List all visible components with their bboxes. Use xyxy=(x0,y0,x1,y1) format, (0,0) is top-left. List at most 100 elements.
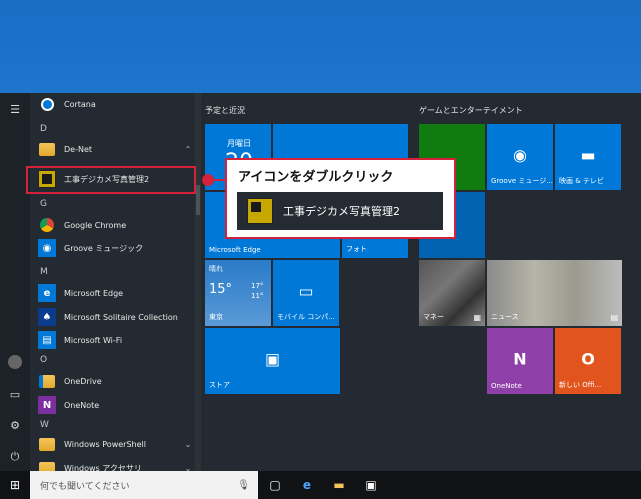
onenote-tile-icon: N xyxy=(513,349,527,369)
letter-header-g[interactable]: G xyxy=(40,199,47,209)
weather-condition: 晴れ xyxy=(209,265,223,273)
app-folder-powershell[interactable]: Windows PowerShell ⌄ xyxy=(38,433,193,455)
search-box[interactable]: 何でも聞いてください 🎙︎ xyxy=(30,471,258,499)
tile-office[interactable]: O 新しい Offi... xyxy=(555,328,621,394)
task-view-icon[interactable]: ▢ xyxy=(266,476,284,494)
tile-label: 東京 xyxy=(209,313,223,321)
app-onedrive[interactable]: OneDrive xyxy=(38,370,193,392)
file-explorer-taskbar-icon[interactable]: ▬ xyxy=(330,476,348,494)
tiles-area: 予定と近況 ゲームとエンターテイメント 月曜日 20 Microsoft Edg… xyxy=(203,93,641,471)
tile-label: Microsoft Edge xyxy=(209,246,261,254)
app-label: OneDrive xyxy=(64,376,102,386)
app-label: Microsoft Wi-Fi xyxy=(64,335,123,345)
folder-icon xyxy=(38,459,56,471)
app-edge[interactable]: e Microsoft Edge xyxy=(38,282,193,304)
chevron-up-icon: ⌃ xyxy=(184,144,192,154)
store-bag-icon: ▣ xyxy=(264,349,281,369)
app-folder-accessories[interactable]: Windows アクセサリ ⌄ xyxy=(38,457,193,471)
calendar-day: 月曜日 xyxy=(227,139,251,148)
tile-weather[interactable]: 晴れ 15° 17° 11° 東京 xyxy=(205,260,271,326)
app-label: Google Chrome xyxy=(64,220,127,230)
weather-temp: 15° xyxy=(209,282,233,297)
app-wifi[interactable]: ▤ Microsoft Wi-Fi xyxy=(38,329,193,351)
folder-icon xyxy=(38,435,56,453)
search-placeholder: 何でも聞いてください xyxy=(40,481,130,492)
letter-header-d[interactable]: D xyxy=(40,124,47,134)
callout-title: アイコンをダブルクリック xyxy=(238,170,394,185)
chevron-down-icon: ⌄ xyxy=(184,463,192,472)
tile-label: ストア xyxy=(209,381,230,389)
wifi-app-icon: ▤ xyxy=(38,331,56,349)
cortana-icon xyxy=(38,95,56,113)
tile-label: モバイル コンパ... xyxy=(277,313,335,321)
chevron-down-icon: ⌄ xyxy=(184,439,192,449)
tile-label: Groove ミュージ... xyxy=(491,177,553,185)
app-chrome[interactable]: Google Chrome xyxy=(38,214,193,236)
taskbar: ⊞ 何でも聞いてください 🎙︎ ▢ e ▬ ▣ xyxy=(0,471,641,499)
letter-header-m[interactable]: M xyxy=(40,267,48,277)
callout-app-preview: 工事デジカメ写真管理2 xyxy=(237,192,443,230)
weather-high: 17° xyxy=(251,282,264,290)
weather-low: 11° xyxy=(251,292,264,300)
start-button[interactable]: ⊞ xyxy=(6,476,24,494)
chrome-icon xyxy=(38,216,56,234)
app-folder-denet[interactable]: De-Net ⌃ xyxy=(38,138,193,160)
desktop-background xyxy=(0,0,641,93)
app-label: Microsoft Edge xyxy=(64,288,124,298)
solitaire-icon: ♠ xyxy=(38,308,56,326)
groove-disc-icon: ◉ xyxy=(513,145,527,165)
app-groove[interactable]: ◉ Groove ミュージック xyxy=(38,237,193,259)
app-label: Microsoft Solitaire Collection xyxy=(64,312,178,322)
app-label: OneNote xyxy=(64,400,100,410)
instruction-callout: アイコンをダブルクリック 工事デジカメ写真管理2 xyxy=(225,158,456,239)
news-icon: ▤ xyxy=(610,313,618,322)
app-cortana[interactable]: Cortana xyxy=(38,93,193,115)
tile-label: ニュース xyxy=(491,313,519,321)
tile-movies[interactable]: ▬ 映画 & テレビ xyxy=(555,124,621,190)
start-rail: ☰ ▭ ⚙ ⏻ xyxy=(0,93,30,471)
user-avatar-icon[interactable] xyxy=(7,354,23,370)
app-solitaire[interactable]: ♠ Microsoft Solitaire Collection xyxy=(38,306,193,328)
tile-label: 映画 & テレビ xyxy=(559,177,604,185)
microphone-icon[interactable]: 🎙︎ xyxy=(237,480,250,491)
app-label: Groove ミュージック xyxy=(64,243,144,253)
money-icon: ▦ xyxy=(473,313,481,322)
tile-groove[interactable]: ◉ Groove ミュージ... xyxy=(487,124,553,190)
tile-money[interactable]: マネー ▦ xyxy=(419,260,485,326)
tile-mobile-companion[interactable]: ▭ モバイル コンパ... xyxy=(273,260,339,326)
hamburger-menu-icon[interactable]: ☰ xyxy=(7,101,23,117)
tile-label: OneNote xyxy=(491,382,522,390)
tile-store[interactable]: ▣ ストア xyxy=(205,328,340,394)
onedrive-folder-icon xyxy=(38,372,56,390)
file-explorer-icon[interactable]: ▭ xyxy=(7,386,23,402)
app-list: Cortana D De-Net ⌃ 工事デジカメ写真管理2 G Google … xyxy=(30,93,195,471)
groove-icon: ◉ xyxy=(38,239,56,257)
tile-news[interactable]: ニュース ▤ xyxy=(487,260,622,326)
app-list-scrollbar[interactable] xyxy=(195,93,201,471)
app-label: De-Net xyxy=(64,144,93,154)
tile-label: 新しい Offi... xyxy=(559,381,602,389)
tile-group-title-1[interactable]: 予定と近況 xyxy=(205,105,245,116)
app-label: Windows アクセサリ xyxy=(64,463,142,472)
callout-app-label: 工事デジカメ写真管理2 xyxy=(283,205,400,218)
tile-label: フォト xyxy=(346,245,367,253)
tile-onenote[interactable]: N OneNote xyxy=(487,328,553,394)
edge-icon: e xyxy=(38,284,56,302)
app-onenote[interactable]: N OneNote xyxy=(38,394,193,416)
app-label: Cortana xyxy=(64,99,96,109)
tile-group-title-2[interactable]: ゲームとエンターテイメント xyxy=(419,105,523,116)
store-taskbar-icon[interactable]: ▣ xyxy=(362,476,380,494)
laptop-phone-icon: ▭ xyxy=(298,281,314,301)
letter-header-o[interactable]: O xyxy=(40,355,47,365)
onenote-icon: N xyxy=(38,396,56,414)
highlight-box xyxy=(26,166,196,194)
callout-pointer-dot xyxy=(202,174,214,186)
power-icon[interactable]: ⏻ xyxy=(7,449,23,465)
app-label: Windows PowerShell xyxy=(64,439,146,449)
edge-taskbar-icon[interactable]: e xyxy=(298,476,316,494)
scrollbar-thumb[interactable] xyxy=(196,185,200,215)
koji-app-icon xyxy=(247,198,273,224)
letter-header-w[interactable]: W xyxy=(40,420,49,430)
settings-gear-icon[interactable]: ⚙ xyxy=(7,417,23,433)
start-menu: ☰ ▭ ⚙ ⏻ Cortana D De-Net ⌃ 工事デジカメ写真管理2 G… xyxy=(0,93,641,471)
